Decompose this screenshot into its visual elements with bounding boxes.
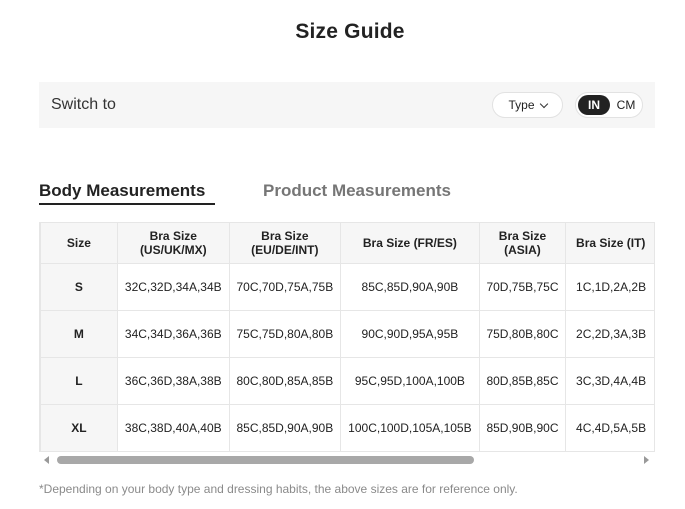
type-dropdown-label: Type	[508, 98, 535, 112]
cell-size: L	[40, 357, 118, 405]
cell-bra-eu: 80C,80D,85A,85B	[228, 357, 341, 405]
cell-bra-fr: 100C,100D,105A,105B	[339, 404, 480, 452]
size-table-container[interactable]: Size Bra Size (US/UK/MX) Bra Size (EU/DE…	[39, 222, 655, 452]
cell-bra-it: 4C,4D,5A,5B	[565, 404, 655, 452]
header-bra-us-line2: (US/UK/MX)	[139, 243, 207, 257]
size-table: Size Bra Size (US/UK/MX) Bra Size (EU/DE…	[40, 222, 655, 452]
cell-bra-it: 3C,3D,4A,4B	[565, 357, 655, 405]
type-dropdown[interactable]: Type	[492, 92, 563, 118]
cell-size: M	[40, 310, 118, 358]
tab-body-measurements[interactable]: Body Measurements	[39, 181, 205, 201]
cell-bra-us: 32C,32D,34A,34B	[116, 263, 230, 311]
cell-bra-asia: 75D,80B,80C	[478, 310, 567, 358]
reference-footnote: *Depending on your body type and dressin…	[39, 482, 518, 496]
header-bra-eu-line1: Bra Size	[261, 229, 309, 243]
cell-bra-fr: 90C,90D,95A,95B	[339, 310, 480, 358]
switch-bar: Switch to Type IN CM	[39, 82, 655, 128]
table-row: XL 38C,38D,40A,40B 85C,85D,90A,90B 100C,…	[40, 404, 655, 452]
switch-label: Switch to	[51, 96, 116, 113]
header-bra-asia-line1: Bra Size	[498, 229, 547, 243]
scroll-right-arrow-icon[interactable]	[644, 456, 649, 464]
tab-product-measurements[interactable]: Product Measurements	[263, 181, 451, 201]
table-row: S 32C,32D,34A,34B 70C,70D,75A,75B 85C,85…	[40, 263, 655, 311]
horizontal-scrollbar[interactable]	[39, 452, 655, 468]
unit-in-button[interactable]: IN	[578, 95, 610, 115]
scroll-left-arrow-icon[interactable]	[44, 456, 49, 464]
header-bra-it: Bra Size (IT)	[565, 222, 655, 264]
header-bra-eu: Bra Size (EU/DE/INT)	[228, 222, 341, 264]
unit-toggle: IN CM	[575, 92, 643, 118]
header-bra-fr: Bra Size (FR/ES)	[339, 222, 480, 264]
cell-bra-asia: 70D,75B,75C	[478, 263, 567, 311]
header-bra-asia: Bra Size (ASIA)	[478, 222, 567, 264]
cell-bra-it: 2C,2D,3A,3B	[565, 310, 655, 358]
cell-size: S	[40, 263, 118, 311]
table-row: M 34C,34D,36A,36B 75C,75D,80A,80B 90C,90…	[40, 310, 655, 358]
cell-bra-eu: 85C,85D,90A,90B	[228, 404, 341, 452]
cell-bra-asia: 85D,90B,90C	[478, 404, 567, 452]
cell-bra-fr: 95C,95D,100A,100B	[339, 357, 480, 405]
size-guide-page: Size Guide Switch to Type IN CM Body Mea…	[0, 0, 685, 509]
active-tab-underline	[39, 203, 215, 205]
cell-bra-us: 34C,34D,36A,36B	[116, 310, 230, 358]
header-size: Size	[40, 222, 118, 264]
page-title: Size Guide	[295, 20, 405, 43]
cell-bra-eu: 75C,75D,80A,80B	[228, 310, 341, 358]
header-bra-us-line1: Bra Size	[149, 229, 197, 243]
cell-bra-asia: 80D,85B,85C	[478, 357, 567, 405]
cell-bra-fr: 85C,85D,90A,90B	[339, 263, 480, 311]
unit-cm-button[interactable]: CM	[612, 95, 640, 115]
header-bra-eu-line2: (EU/DE/INT)	[251, 243, 319, 257]
table-row: L 36C,36D,38A,38B 80C,80D,85A,85B 95C,95…	[40, 357, 655, 405]
cell-bra-us: 36C,36D,38A,38B	[116, 357, 230, 405]
cell-size: XL	[40, 404, 118, 452]
chevron-down-icon	[539, 99, 548, 108]
scrollbar-thumb[interactable]	[57, 456, 474, 464]
header-bra-us: Bra Size (US/UK/MX)	[116, 222, 230, 264]
cell-bra-us: 38C,38D,40A,40B	[116, 404, 230, 452]
cell-bra-eu: 70C,70D,75A,75B	[228, 263, 341, 311]
header-bra-asia-line2: (ASIA)	[504, 243, 541, 257]
cell-bra-it: 1C,1D,2A,2B	[565, 263, 655, 311]
table-header-row: Size Bra Size (US/UK/MX) Bra Size (EU/DE…	[40, 222, 655, 264]
